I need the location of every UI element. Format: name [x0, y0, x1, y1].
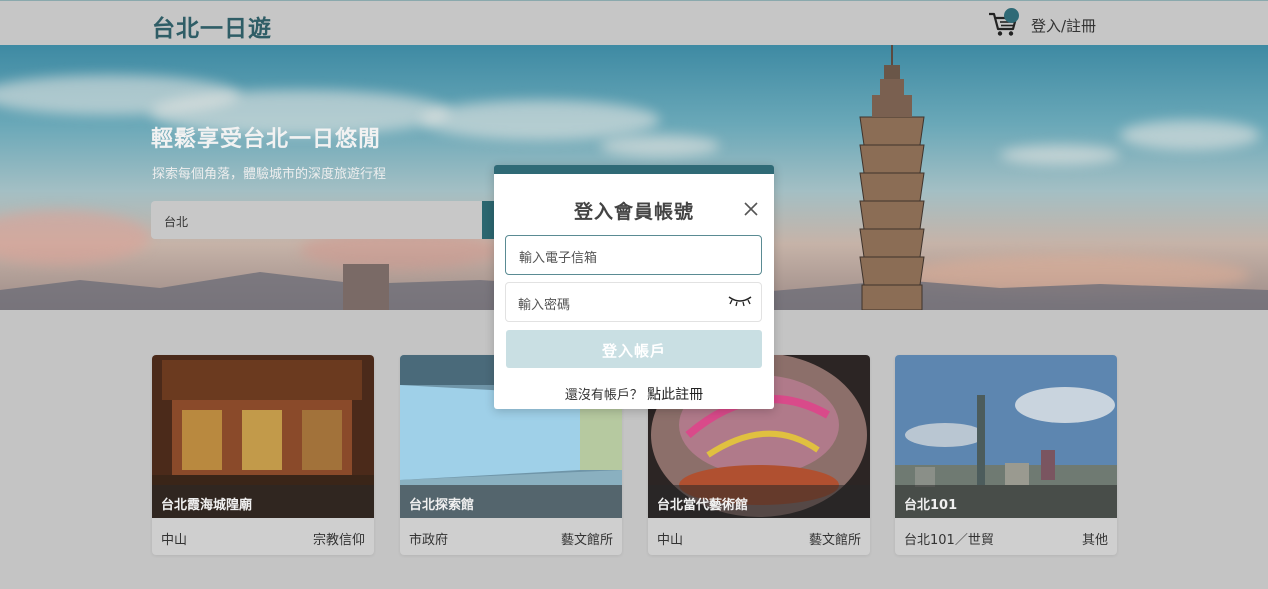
- taipei-101-tower: [859, 45, 925, 310]
- attraction-category: 藝文館所: [808, 533, 861, 548]
- hero-title: 輕鬆享受台北一日悠閒: [151, 127, 382, 152]
- site-logo[interactable]: 台北一日遊: [152, 9, 272, 43]
- modal-title: 登入會員帳號: [573, 201, 694, 223]
- attraction-category: 宗教信仰: [312, 533, 365, 548]
- attraction-mrt: 中山: [657, 533, 684, 548]
- attraction-card[interactable]: 台北霞海城隍廟 中山 宗教信仰: [152, 355, 374, 555]
- top-nav: 台北一日遊 登入/註冊: [0, 0, 1268, 45]
- attraction-meta: 市政府 藝文館所: [400, 518, 622, 555]
- register-prompt: 還沒有帳戶？ 點此註冊: [494, 384, 774, 404]
- attraction-mrt: 中山: [161, 533, 188, 548]
- attraction-card[interactable]: 台北101 台北101／世貿 其他: [895, 355, 1117, 555]
- attraction-name: 台北當代藝術館: [648, 485, 870, 518]
- attraction-name: 台北101: [895, 485, 1117, 518]
- attraction-meta: 台北101／世貿 其他: [895, 518, 1117, 555]
- attraction-mrt: 台北101／世貿: [904, 533, 994, 548]
- login-register-link[interactable]: 登入/註冊: [1031, 15, 1096, 36]
- attraction-mrt: 市政府: [409, 533, 449, 548]
- password-field[interactable]: 輸入密碼: [505, 282, 762, 322]
- login-modal: 登入會員帳號 輸入電子信箱 輸入密碼 登入帳戶 還沒有帳戶？ 點此註冊: [494, 165, 774, 409]
- hide-password-icon[interactable]: [727, 294, 753, 308]
- email-field[interactable]: 輸入電子信箱: [505, 235, 762, 275]
- attraction-category: 藝文館所: [560, 533, 613, 548]
- search-input[interactable]: 台北: [151, 201, 482, 239]
- login-submit-button[interactable]: 登入帳戶: [506, 330, 762, 368]
- attraction-name: 台北霞海城隍廟: [152, 485, 374, 518]
- attraction-category: 其他: [1081, 533, 1108, 548]
- attraction-name: 台北探索館: [400, 485, 622, 518]
- cart-badge: [1004, 8, 1019, 23]
- hero-subtitle: 探索每個角落，體驗城市的深度旅遊行程: [152, 167, 387, 182]
- register-link[interactable]: 點此註冊: [647, 387, 703, 403]
- attraction-meta: 中山 宗教信仰: [152, 518, 374, 555]
- close-icon[interactable]: [743, 201, 759, 217]
- attraction-meta: 中山 藝文館所: [648, 518, 870, 555]
- register-prefix: 還沒有帳戶？: [564, 388, 643, 403]
